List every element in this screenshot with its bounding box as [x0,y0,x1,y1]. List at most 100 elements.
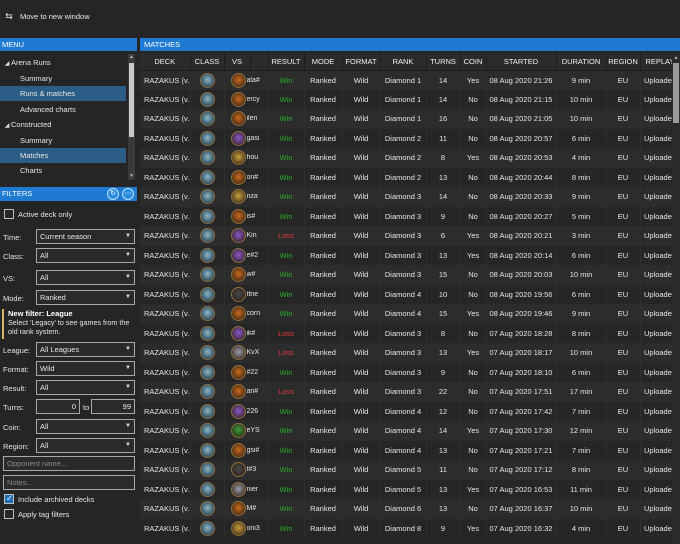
table-row[interactable]: RAZAKUS (v... oni3 Win Ranked Wild Diamond 89… [140,518,680,538]
class-portrait-icon [199,403,215,419]
table-row[interactable]: RAZAKUS (v... nier Win Ranked Wild Diamond 51… [140,479,680,499]
result-select[interactable]: All ▼ [36,380,135,395]
opponent-class-icon [230,325,246,341]
active-deck-only-checkbox[interactable] [4,209,14,219]
deck-cell: RAZAKUS (v... [140,518,191,538]
column-header-result[interactable]: RESULT [268,53,305,71]
format-cell: Wild [342,401,381,421]
region-cell: EU [606,187,641,207]
expand-caret-icon[interactable]: ◢ [3,57,11,72]
table-row[interactable]: RAZAKUS (v... an# Loss Ranked Wild Diamond 32… [140,382,680,402]
table-row[interactable]: RAZAKUS (v... nza Win Ranked Wild Diamond 3 14… [140,187,680,207]
coin-select[interactable]: All ▼ [36,419,135,434]
table-row[interactable]: RAZAKUS (v... ttne Win Ranked Wild Diamond 41… [140,284,680,304]
menu-item-constructed[interactable]: ◢ Constructed [0,117,126,132]
started-cell: 08 Aug 2020 20:53 [486,148,557,168]
vs-cell: e#2 [224,245,269,265]
column-header-started[interactable]: STARTED [486,53,557,71]
table-row[interactable]: RAZAKUS (v... eYS Win Ranked Wild Diamond 4 14… [140,421,680,441]
table-row[interactable]: RAZAKUS (v... ala# Win Ranked Wild Diamond 11… [140,70,680,90]
opponent-name-input[interactable]: Opponent name... [3,456,135,471]
scroll-up-icon[interactable]: ▲ [128,54,135,61]
scroll-down-icon[interactable]: ▼ [128,173,135,180]
vs-select[interactable]: All ▼ [36,270,135,285]
table-row[interactable]: RAZAKUS (v... gasi Win Ranked Wild Diamond 21… [140,128,680,148]
turns-from-input[interactable]: 0 [36,399,80,414]
menu-item-runs-matches[interactable]: Runs & matches [0,86,126,101]
table-row[interactable]: RAZAKUS (v... is# Win Ranked Wild Diamond 39N… [140,206,680,226]
table-row[interactable]: RAZAKUS (v... ik# Loss Ranked Wild Diamond 38… [140,323,680,343]
column-header-vs[interactable]: VS [224,53,251,71]
menu-scrollbar[interactable]: ▲ ▼ [128,54,135,180]
table-row[interactable]: RAZAKUS (v... ilen Win Ranked Wild Diamond 11… [140,109,680,129]
column-header-class[interactable]: CLASS [190,53,225,71]
rank-cell: Diamond 2 [380,148,427,168]
table-row[interactable]: RAZAKUS (v... #22 Win Ranked Wild Diamond 39N… [140,362,680,382]
scroll-up-icon[interactable]: ▲ [672,55,680,61]
menu-item-arena-summary[interactable]: Summary [0,71,126,86]
league-select[interactable]: All Leagues ▼ [36,342,135,357]
class-select[interactable]: All ▼ [36,248,135,263]
scroll-thumb[interactable] [673,63,679,123]
format-select[interactable]: Wild ▼ [36,361,135,376]
matches-scrollbar[interactable]: ▲ [672,53,680,544]
scroll-thumb[interactable] [129,63,134,137]
menu-item-advanced-charts[interactable]: Advanced charts [0,102,126,117]
table-row[interactable]: RAZAKUS (v... Kin Loss Ranked Wild Diamond 36… [140,226,680,246]
turns-to-input[interactable]: 99 [91,399,135,414]
rank-cell: Diamond 2 [380,167,427,187]
column-header-format[interactable]: FORMAT [342,53,381,71]
apply-tag-filters-checkbox[interactable] [4,509,14,519]
chevron-down-icon: ▼ [125,233,131,239]
chevron-down-icon: ▼ [125,365,131,371]
table-row[interactable]: RAZAKUS (v... w# Win Ranked Wild Diamond 3 15 N… [140,265,680,285]
table-row[interactable]: RAZAKUS (v... gsi# Win Ranked Wild Diamond 41… [140,440,680,460]
rank-cell: Diamond 3 [380,265,427,285]
time-select[interactable]: Current season ▼ [36,229,135,244]
result-cell: Win [268,460,305,480]
opponent-class-icon [230,403,246,419]
coin-cell: No [460,167,487,187]
table-row[interactable]: RAZAKUS (v... on# Win Ranked Wild Diamond 2 13… [140,167,680,187]
started-cell: 08 Aug 2020 20:14 [486,245,557,265]
result-cell: Win [268,109,305,129]
column-header-rank[interactable]: RANK [380,53,427,71]
result-cell: Win [268,167,305,187]
class-portrait-icon [199,306,215,322]
more-icon[interactable]: ⋯ [122,188,134,200]
menu-item-constructed-summary[interactable]: Summary [0,133,126,148]
refresh-icon[interactable]: ↻ [107,188,119,200]
rank-cell: Diamond 1 [380,89,427,109]
turns-cell: 11 [426,460,461,480]
region-cell: EU [606,226,641,246]
table-row[interactable]: RAZAKUS (v... 226 Win Ranked Wild Diamond 4 12… [140,401,680,421]
coin-cell: No [460,284,487,304]
mode-select[interactable]: Ranked ▼ [36,290,135,305]
table-row[interactable]: RAZAKUS (v... ercy Win Ranked Wild Diamond 11… [140,89,680,109]
started-cell: 08 Aug 2020 21:26 [486,70,557,90]
vs-cell: M# [224,499,269,519]
column-header-duration[interactable]: DURATION [556,53,607,71]
column-header-deck[interactable]: DECK [140,53,191,71]
column-header-region[interactable]: REGION [606,53,641,71]
table-row[interactable]: RAZAKUS (v... corn Win Ranked Wild Diamond 41… [140,304,680,324]
column-header-mode[interactable]: MODE [304,53,343,71]
table-row[interactable]: RAZAKUS (v... hou Win Ranked Wild Diamond 28Y… [140,148,680,168]
result-cell: Win [268,265,305,285]
table-row[interactable]: RAZAKUS (v... KvX Loss Ranked Wild Diamond 31… [140,343,680,363]
table-row[interactable]: RAZAKUS (v... e#2 Win Ranked Wild Diamond 3 13… [140,245,680,265]
move-to-new-window-button[interactable]: ⇆ Move to new window [4,9,89,23]
menu-item-matches[interactable]: Matches [0,148,126,163]
menu-item-charts[interactable]: Charts [0,163,126,178]
notes-input[interactable]: Notes... [3,475,135,490]
table-row[interactable]: RAZAKUS (v... t#3 Win Ranked Wild Diamond 5 11… [140,460,680,480]
vs-cell: Kin [224,226,269,246]
include-archived-checkbox[interactable] [4,494,14,504]
table-row[interactable]: RAZAKUS (v... M# Win Ranked Wild Diamond 6 13 N… [140,499,680,519]
column-header-coin[interactable]: COIN [460,53,487,71]
column-header-turns[interactable]: TURNS [426,53,461,71]
column-header-vs-name[interactable] [250,53,269,71]
menu-item-arena-runs[interactable]: ◢ Arena Runs [0,55,126,70]
region-select[interactable]: All ▼ [36,438,135,453]
expand-caret-icon[interactable]: ◢ [3,119,11,134]
